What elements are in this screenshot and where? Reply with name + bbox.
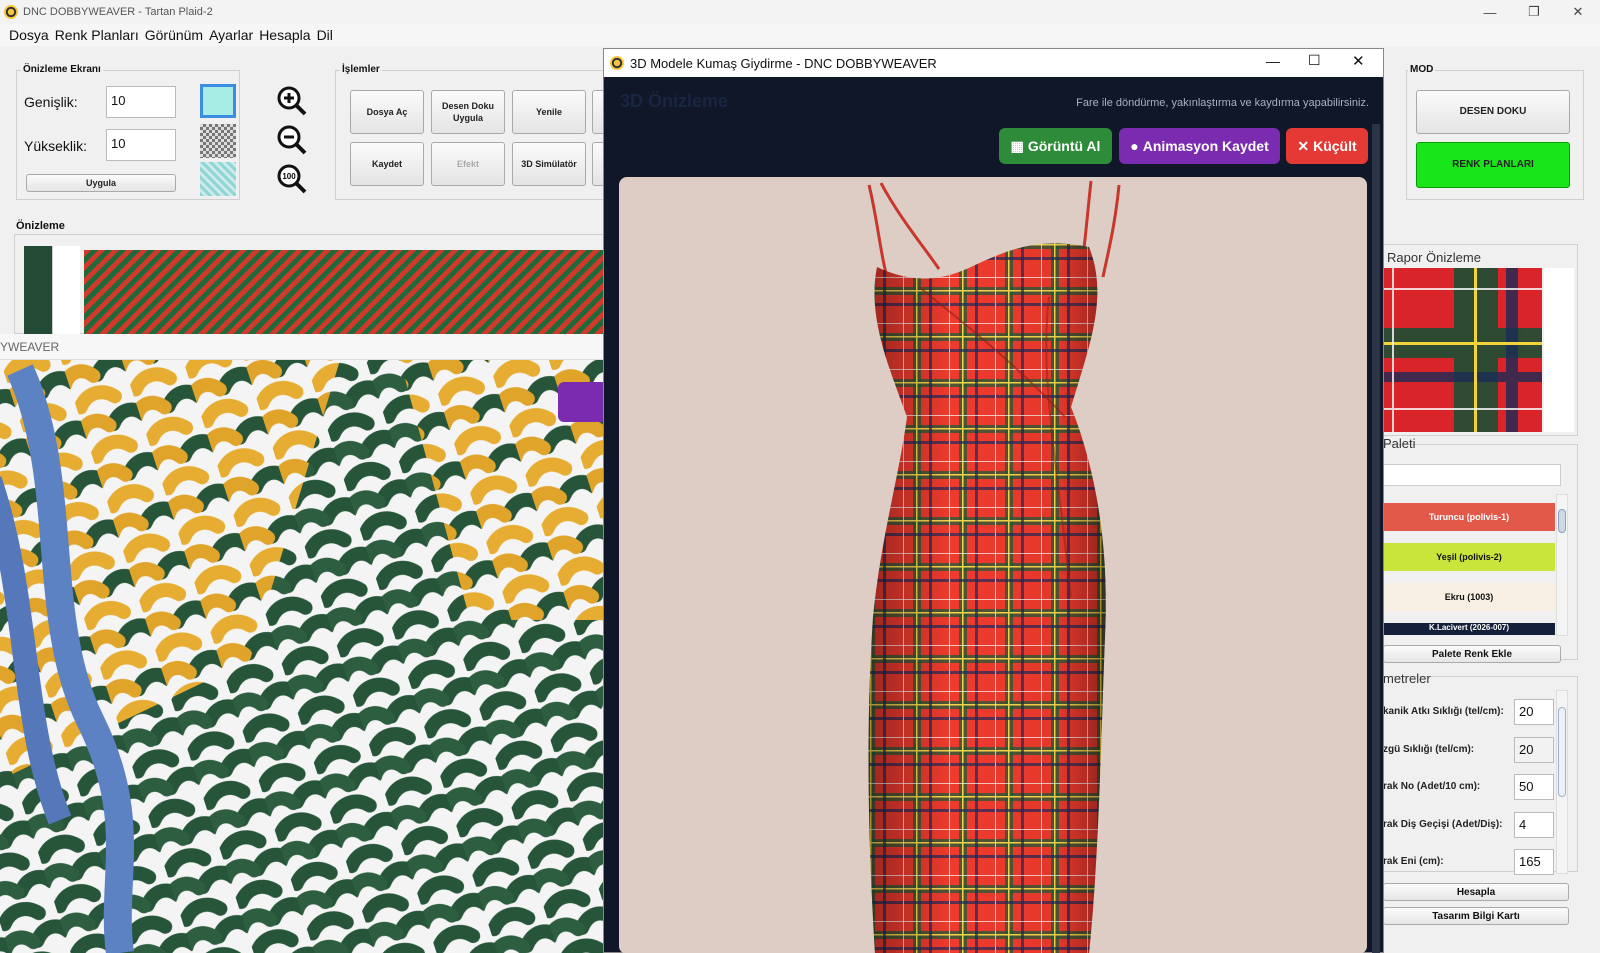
report-preview-blank — [1544, 268, 1574, 432]
refresh-button[interactable]: Yenile — [512, 90, 586, 134]
reed-dent-field[interactable]: 4 — [1514, 812, 1554, 838]
save-button[interactable]: Kaydet — [350, 142, 424, 186]
dialog-heading: 3D Önizleme — [620, 91, 729, 111]
calculate-button[interactable]: Hesapla — [1383, 883, 1569, 901]
menu-calculate[interactable]: Hesapla — [259, 27, 310, 43]
reed-width-label: rak Eni (cm): — [1383, 856, 1444, 867]
minimize-icon[interactable]: — — [1468, 5, 1512, 20]
reed-width-field[interactable]: 165 — [1514, 849, 1554, 875]
screenshot-button[interactable]: ▦ Görüntü Al — [999, 128, 1112, 164]
height-field[interactable]: 10 — [106, 129, 176, 161]
warp-density-label: zgü Sıklığı (tel/cm): — [1383, 744, 1475, 755]
palette-item[interactable]: Yeşil (polivis-2) — [1383, 543, 1555, 571]
add-palette-color-button[interactable]: Palete Renk Ekle — [1383, 645, 1561, 663]
menu-color-plans[interactable]: Renk Planları — [55, 27, 139, 43]
width-field[interactable]: 10 — [106, 86, 176, 118]
fabric-preview — [84, 250, 606, 334]
zoom-out-icon[interactable] — [276, 124, 308, 156]
weave-3d-button-cut[interactable] — [558, 382, 606, 422]
parameters-title: metreler — [1383, 671, 1431, 686]
pattern-mode-button[interactable]: DESEN DOKU — [1416, 90, 1570, 134]
dialog-hint: Fare ile döndürme, yakınlaştırma ve kayd… — [1076, 97, 1369, 109]
preview-label: Önizleme — [16, 220, 65, 232]
simulator-3d-button[interactable]: 3D Simülatör — [512, 142, 586, 186]
weave-3d-view[interactable] — [0, 360, 606, 953]
dialog-maximize-icon[interactable]: ☐ — [1308, 52, 1321, 69]
reed-number-field[interactable]: 50 — [1514, 774, 1554, 800]
camera-icon: ▦ — [1010, 137, 1024, 154]
menu-bar: Dosya Renk Planları Görünüm Ayarlar Hesa… — [0, 24, 1600, 46]
warp-color-bar — [24, 246, 52, 334]
dialog-title: 3D Modele Kumaş Giydirme - DNC DOBBYWEAV… — [630, 55, 937, 71]
dress-viewport[interactable] — [619, 177, 1367, 953]
palette-search-field[interactable] — [1383, 464, 1561, 486]
reed-dent-label: rak Diş Geçişi (Adet/Diş): — [1383, 819, 1503, 830]
preview-screen-title: Önizleme Ekranı — [21, 64, 103, 75]
open-file-button[interactable]: Dosya Aç — [350, 90, 424, 134]
dress-3d-dialog: 3D Modele Kumaş Giydirme - DNC DOBBYWEAV… — [603, 48, 1384, 953]
palette-scrollbar[interactable] — [1556, 494, 1568, 636]
effect-button: Efekt — [431, 142, 505, 186]
svg-text:100: 100 — [282, 172, 296, 181]
menu-view[interactable]: Görünüm — [145, 27, 203, 43]
weft-density-field[interactable]: 20 — [1514, 699, 1554, 725]
zoom-reset-icon[interactable]: 100 — [276, 163, 308, 195]
report-preview-title: Rapor Önizleme — [1387, 250, 1481, 265]
dialog-logo-icon — [610, 56, 624, 70]
palette-item[interactable]: Ekru (1003) — [1383, 583, 1555, 611]
ruler — [52, 246, 80, 334]
weave-window-title: YWEAVER — [0, 334, 606, 360]
design-info-card-button[interactable]: Tasarım Bilgi Kartı — [1383, 907, 1569, 925]
close-x-icon: ✕ — [1297, 137, 1310, 154]
swatch-cyan[interactable] — [200, 84, 236, 118]
shrink-button[interactable]: ✕ Küçült — [1286, 128, 1368, 164]
reed-number-label: rak No (Adet/10 cm): — [1383, 781, 1481, 792]
main-title-bar: DNC DOBBYWEAVER - Tartan Plaid-2 — ❐ ✕ — [0, 0, 1600, 24]
menu-language[interactable]: Dil — [317, 27, 333, 43]
palette-title: Paleti — [1383, 436, 1416, 451]
color-plans-mode-button[interactable]: RENK PLANLARI — [1416, 142, 1570, 188]
report-preview-image — [1382, 268, 1542, 432]
weft-density-label: kanik Atkı Sıklığı (tel/cm): — [1383, 706, 1504, 717]
restore-icon[interactable]: ❐ — [1512, 4, 1556, 20]
swatch-teal-pattern[interactable] — [200, 162, 236, 196]
swatch-checker[interactable] — [200, 124, 236, 158]
palette-item[interactable]: Turuncu (polivis-1) — [1383, 503, 1555, 531]
window-title: DNC DOBBYWEAVER - Tartan Plaid-2 — [23, 6, 213, 18]
menu-settings[interactable]: Ayarlar — [209, 27, 253, 43]
palette-item[interactable]: K.Lacivert (2026-007) — [1383, 623, 1555, 635]
width-label: Genişlik: — [24, 94, 78, 110]
zoom-in-icon[interactable] — [276, 85, 308, 117]
record-icon: ● — [1130, 138, 1139, 154]
height-label: Yükseklik: — [24, 138, 88, 154]
operations-title: İşlemler — [340, 64, 382, 75]
dialog-close-icon[interactable]: ✕ — [1352, 52, 1365, 70]
dialog-scrollbar[interactable] — [1372, 124, 1380, 953]
menu-file[interactable]: Dosya — [9, 27, 49, 43]
apply-pattern-button[interactable]: Desen Doku Uygula — [431, 90, 505, 134]
parameters-scrollbar[interactable] — [1556, 690, 1568, 874]
warp-density-field[interactable]: 20 — [1514, 737, 1554, 763]
record-animation-button[interactable]: ● Animasyon Kaydet — [1119, 128, 1280, 164]
mode-title: MOD — [1408, 64, 1436, 75]
app-logo-icon — [4, 5, 18, 19]
close-icon[interactable]: ✕ — [1556, 4, 1600, 20]
dialog-minimize-icon[interactable]: — — [1266, 53, 1280, 69]
dialog-title-bar: 3D Modele Kumaş Giydirme - DNC DOBBYWEAV… — [604, 49, 1383, 77]
apply-button[interactable]: Uygula — [26, 174, 176, 192]
